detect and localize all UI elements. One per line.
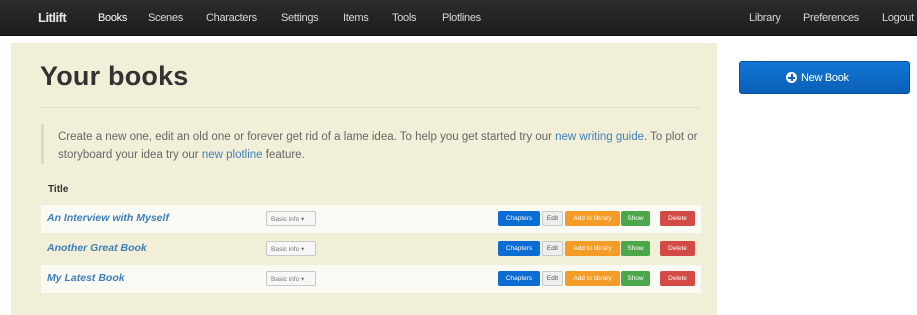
page-title: Your books [40, 61, 189, 91]
add-to-library-button[interactable]: Add to library [565, 241, 620, 256]
nav-item-books[interactable]: Books [98, 12, 127, 24]
add-to-library-button[interactable]: Add to library [565, 211, 620, 226]
nav-item-scenes[interactable]: Scenes [148, 12, 183, 24]
delete-button[interactable]: Delete [660, 271, 695, 286]
book-title-link[interactable]: Another Great Book [47, 242, 147, 254]
basic-info-select[interactable]: Basic info ▾ [266, 211, 316, 226]
add-to-library-button[interactable]: Add to library [565, 271, 620, 286]
book-row: Another Great Book Basic info ▾ Chapters… [41, 235, 701, 263]
chapters-button[interactable]: Chapters [498, 271, 540, 286]
new-book-label: New Book [801, 72, 849, 84]
top-navbar: Litlift Books Scenes Characters Settings… [0, 0, 917, 36]
show-button[interactable]: Show [621, 241, 650, 256]
new-book-button[interactable]: New Book [739, 61, 910, 94]
sidebar-card: New Book [724, 48, 917, 110]
nav-item-logout[interactable]: Logout [882, 12, 914, 24]
nav-item-items[interactable]: Items [343, 12, 369, 24]
chapters-button[interactable]: Chapters [498, 211, 540, 226]
basic-info-select[interactable]: Basic info ▾ [266, 271, 316, 286]
writing-guide-link[interactable]: new writing guide [555, 131, 644, 143]
book-row: An Interview with Myself Basic info ▾ Ch… [41, 205, 701, 233]
nav-item-characters[interactable]: Characters [206, 12, 257, 24]
brand-logo[interactable]: Litlift [38, 10, 67, 25]
book-row: My Latest Book Basic info ▾ Chapters Edi… [41, 265, 701, 293]
show-button[interactable]: Show [621, 271, 650, 286]
intro-callout: Create a new one, edit an old one or for… [41, 124, 701, 164]
nav-item-library[interactable]: Library [749, 12, 781, 24]
nav-item-settings[interactable]: Settings [281, 12, 319, 24]
title-column-header: Title [48, 184, 69, 195]
basic-info-select[interactable]: Basic info ▾ [266, 241, 316, 256]
book-title-link[interactable]: An Interview with Myself [47, 212, 169, 224]
plotline-link[interactable]: new plotline [202, 149, 263, 161]
books-panel: Your books Create a new one, edit an old… [11, 43, 717, 315]
delete-button[interactable]: Delete [660, 241, 695, 256]
edit-button[interactable]: Edit [542, 241, 563, 256]
edit-button[interactable]: Edit [542, 211, 563, 226]
nav-item-tools[interactable]: Tools [392, 12, 416, 24]
intro-text: Create a new one, edit an old one or for… [58, 131, 556, 143]
nav-item-plotlines[interactable]: Plotlines [442, 12, 481, 24]
chapters-button[interactable]: Chapters [498, 241, 540, 256]
show-button[interactable]: Show [621, 211, 650, 226]
title-divider [40, 107, 700, 108]
delete-button[interactable]: Delete [660, 211, 695, 226]
plus-circle-icon [786, 72, 797, 83]
book-title-link[interactable]: My Latest Book [47, 272, 125, 284]
nav-item-preferences[interactable]: Preferences [803, 12, 859, 24]
intro-text: feature. [262, 149, 305, 161]
edit-button[interactable]: Edit [542, 271, 563, 286]
